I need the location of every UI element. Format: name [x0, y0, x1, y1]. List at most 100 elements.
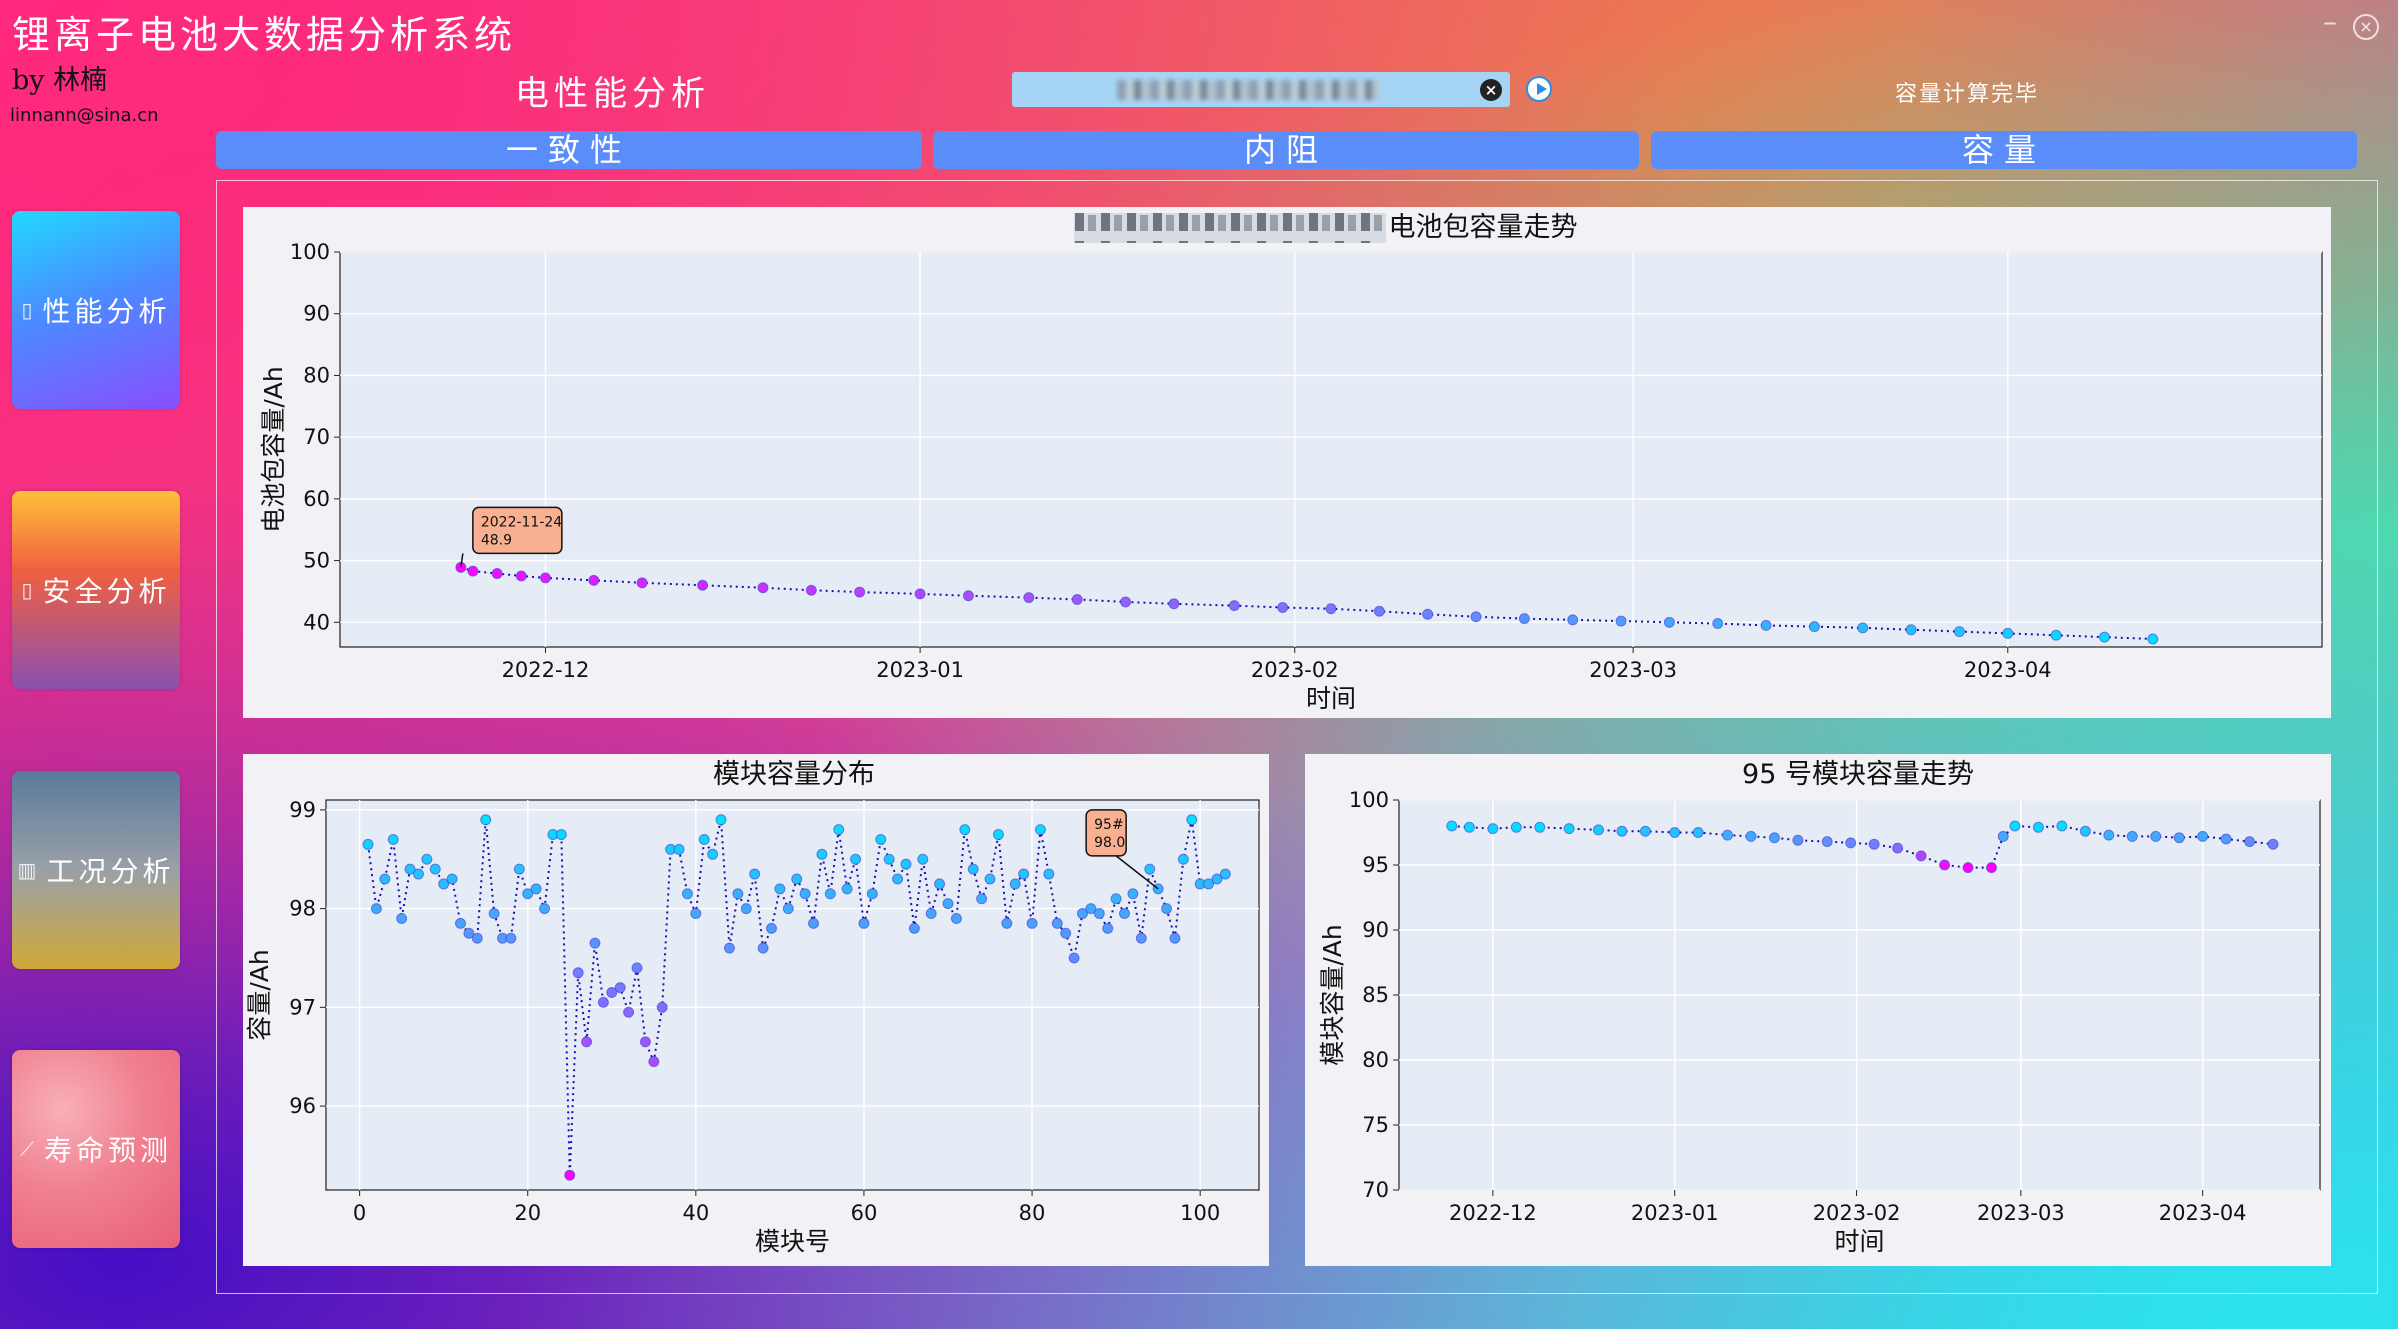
status-text: 容量计算完毕	[1895, 82, 2040, 107]
x-tick-label: 2023-04	[1964, 658, 2052, 682]
y-tick-label: 60	[303, 487, 330, 511]
data-point	[698, 833, 710, 845]
x-tick-label: 80	[1019, 1201, 1046, 1225]
data-point	[1026, 917, 1038, 929]
data-point	[1009, 878, 1021, 890]
data-point	[2103, 829, 2115, 841]
data-point	[914, 588, 926, 600]
data-point	[564, 1169, 576, 1181]
y-tick-label: 40	[303, 610, 330, 634]
y-tick-label: 96	[289, 1094, 316, 1118]
y-axis-label: 模块容量/Ah	[1318, 924, 1347, 1065]
data-point	[1219, 868, 1231, 880]
data-point	[908, 922, 920, 934]
data-point	[1177, 853, 1189, 865]
x-tick-label: 2022-12	[1449, 1201, 1537, 1225]
line-chart-icon: ⟋	[19, 1137, 38, 1161]
chart-title: 模块容量分布	[713, 759, 875, 790]
data-point	[370, 903, 382, 915]
data-point	[631, 962, 643, 974]
data-point	[1663, 616, 1675, 628]
tab-consistency[interactable]: 一致性	[216, 131, 922, 169]
data-point	[1692, 827, 1704, 838]
data-point	[1712, 618, 1724, 630]
pack-capacity-chart: 40 50 60 70 80 90 100 2022-12 2023-01 2023-02 2023…	[259, 212, 2323, 713]
data-point	[917, 853, 929, 865]
data-point	[471, 932, 483, 944]
file-path-field[interactable]	[1012, 72, 1510, 107]
data-point	[791, 873, 803, 885]
data-point	[2056, 820, 2068, 832]
data-point	[1915, 850, 1927, 862]
data-point	[749, 868, 761, 880]
data-point	[656, 1001, 668, 1013]
data-point	[412, 868, 424, 880]
data-point	[757, 582, 769, 594]
y-tick-label: 98	[289, 897, 316, 921]
data-point	[824, 888, 836, 900]
data-point	[2050, 629, 2062, 641]
sidebar-item-label: 工况分析	[46, 855, 175, 888]
data-point	[841, 883, 853, 895]
data-point	[2147, 633, 2159, 645]
data-point	[1119, 908, 1131, 920]
minimize-icon[interactable]: –	[2318, 8, 2342, 36]
data-point	[1060, 927, 1072, 939]
data-point	[1071, 593, 1083, 605]
annotation-value: 48.9	[481, 532, 512, 548]
annotation-label: 95#	[1094, 817, 1124, 833]
sidebar-item-lifetime[interactable]: ⟋ 寿命预测	[12, 1050, 180, 1248]
y-tick-label: 80	[1362, 1048, 1389, 1072]
data-point	[740, 903, 752, 915]
data-point	[2150, 830, 2162, 842]
tab-resistance[interactable]: 内阻	[933, 131, 1639, 169]
data-point	[421, 853, 433, 865]
data-point	[1518, 613, 1530, 625]
x-axis-label: 时间	[1306, 684, 1356, 713]
data-point	[636, 577, 648, 589]
data-point	[992, 829, 1004, 841]
data-point	[588, 574, 600, 586]
sidebar-item-workload[interactable]: ▥ 工况分析	[12, 771, 180, 969]
y-tick-label: 95	[1362, 853, 1389, 877]
close-icon[interactable]: ×	[2353, 14, 2379, 40]
data-point	[723, 942, 735, 954]
chart-title: 电池包容量走势	[1389, 212, 1578, 243]
data-point	[1487, 823, 1499, 835]
data-point	[396, 912, 408, 924]
x-tick-label: 2023-03	[1589, 658, 1677, 682]
data-point	[505, 932, 517, 944]
data-point	[515, 570, 527, 582]
data-point	[1110, 893, 1122, 905]
data-point	[866, 888, 878, 900]
data-point	[757, 942, 769, 954]
data-point	[1939, 859, 1951, 871]
data-point	[1018, 868, 1030, 880]
data-point	[925, 908, 937, 920]
bar-chart-icon: ▥	[17, 858, 41, 882]
battery-icon: ▯	[21, 298, 37, 322]
sidebar-item-performance[interactable]: ▯ 性能分析	[12, 211, 180, 409]
clear-icon[interactable]: ×	[1480, 79, 1502, 101]
play-icon[interactable]	[1526, 76, 1552, 102]
data-point	[1463, 821, 1475, 833]
data-point	[2032, 821, 2044, 833]
data-point	[808, 917, 820, 929]
data-point	[1857, 622, 1869, 634]
data-point	[959, 824, 971, 836]
x-tick-label: 100	[1180, 1201, 1220, 1225]
data-point	[446, 873, 458, 885]
data-point	[967, 863, 979, 875]
tab-capacity[interactable]: 容量	[1651, 131, 2357, 169]
data-point	[900, 858, 912, 870]
data-point	[2009, 820, 2021, 832]
data-point	[1373, 605, 1385, 617]
data-point	[697, 579, 709, 591]
data-point	[1953, 626, 1965, 638]
data-point	[1821, 836, 1833, 848]
data-point	[950, 912, 962, 924]
data-point	[673, 843, 685, 855]
sidebar-item-safety[interactable]: ▯ 安全分析	[12, 491, 180, 689]
data-point	[875, 833, 887, 845]
y-tick-label: 80	[303, 363, 330, 387]
